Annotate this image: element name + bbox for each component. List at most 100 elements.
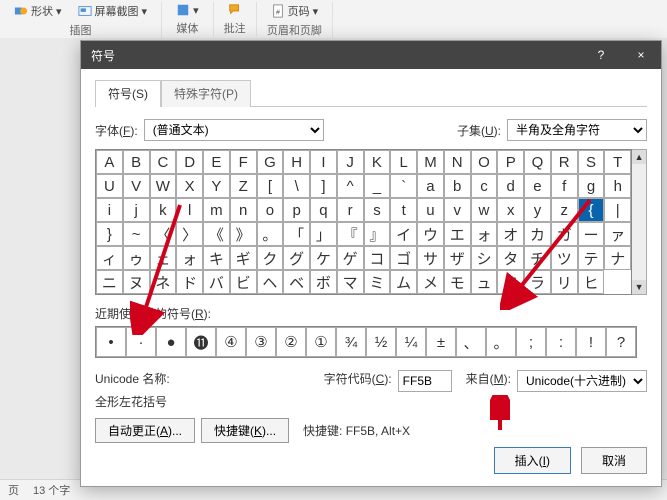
symbol-cell[interactable]: 《 [203, 222, 230, 246]
symbol-cell[interactable]: ` [390, 174, 417, 198]
symbol-cell[interactable]: O [471, 150, 498, 174]
symbol-cell[interactable]: ァ [604, 222, 631, 246]
recent-symbol-cell[interactable]: · [126, 327, 156, 357]
autocorrect-button[interactable]: 自动更正(A)... [95, 418, 195, 443]
symbol-cell[interactable]: N [444, 150, 471, 174]
symbol-cell[interactable]: ィ [96, 246, 123, 270]
annotate-button[interactable] [224, 2, 246, 18]
symbol-cell[interactable]: D [176, 150, 203, 174]
symbol-cell[interactable]: ベ [283, 270, 310, 294]
symbol-cell[interactable]: b [444, 174, 471, 198]
font-select[interactable]: (普通文本) [144, 119, 324, 141]
recent-symbol-cell[interactable]: ① [306, 327, 336, 357]
symbol-cell[interactable]: n [230, 198, 257, 222]
symbol-cell[interactable]: チ [524, 246, 551, 270]
symbol-cell[interactable]: Q [524, 150, 551, 174]
pagenumber-button[interactable]: #页码▾ [267, 2, 323, 20]
symbol-cell[interactable]: コ [364, 246, 391, 270]
symbol-cell[interactable]: q [310, 198, 337, 222]
shortcutkey-button[interactable]: 快捷键(K)... [201, 418, 289, 443]
symbol-cell[interactable]: サ [417, 246, 444, 270]
symbol-cell[interactable]: ゴ [390, 246, 417, 270]
recent-symbol-cell[interactable]: ½ [366, 327, 396, 357]
symbol-cell[interactable]: ヘ [257, 270, 284, 294]
symbol-cell[interactable]: イ [390, 222, 417, 246]
symbol-cell[interactable]: \ [283, 174, 310, 198]
status-page[interactable]: 页 [8, 482, 19, 498]
symbol-cell[interactable]: ォ [176, 246, 203, 270]
symbol-cell[interactable]: E [203, 150, 230, 174]
symbol-cell[interactable]: B [123, 150, 150, 174]
symbol-cell[interactable]: シ [471, 246, 498, 270]
recent-symbols-grid[interactable]: •·●⓫④③②①¾½¼±、。;:!? [95, 326, 637, 358]
symbol-cell[interactable]: ゲ [337, 246, 364, 270]
recent-symbol-cell[interactable]: ② [276, 327, 306, 357]
recent-symbol-cell[interactable]: ? [606, 327, 636, 357]
symbol-cell[interactable]: J [337, 150, 364, 174]
charcode-input[interactable] [398, 370, 452, 392]
symbol-cell[interactable]: ウ [417, 222, 444, 246]
symbol-cell[interactable]: ザ [444, 246, 471, 270]
symbol-cell[interactable]: x [497, 198, 524, 222]
symbol-cell[interactable]: ヨ [497, 270, 524, 294]
recent-symbol-cell[interactable]: ● [156, 327, 186, 357]
recent-symbol-cell[interactable]: ③ [246, 327, 276, 357]
symbol-cell[interactable]: テ [578, 246, 605, 270]
symbol-cell[interactable]: h [604, 174, 631, 198]
recent-symbol-cell[interactable]: ④ [216, 327, 246, 357]
symbol-cell[interactable]: w [471, 198, 498, 222]
symbol-cell[interactable]: リ [551, 270, 578, 294]
symbol-cell[interactable]: ミ [364, 270, 391, 294]
symbol-cell[interactable]: H [283, 150, 310, 174]
symbol-cell[interactable]: } [96, 222, 123, 246]
tab-special-chars[interactable]: 特殊字符(P) [161, 80, 251, 107]
shapes-button[interactable]: 形状▾ [10, 2, 66, 20]
symbol-cell[interactable]: ナ [604, 246, 631, 270]
symbol-cell[interactable]: u [417, 198, 444, 222]
symbol-cell[interactable]: L [390, 150, 417, 174]
symbol-cell[interactable]: ガ [551, 222, 578, 246]
symbol-cell[interactable]: ュ [471, 270, 498, 294]
symbol-cell[interactable]: S [578, 150, 605, 174]
symbol-cell[interactable]: ド [176, 270, 203, 294]
symbol-cell[interactable]: X [176, 174, 203, 198]
symbol-cell[interactable]: d [497, 174, 524, 198]
status-wordcount[interactable]: 13 个字 [33, 482, 70, 498]
symbol-cell[interactable]: | [604, 198, 631, 222]
symbol-cell[interactable]: y [524, 198, 551, 222]
symbol-cell[interactable]: U [96, 174, 123, 198]
symbol-cell[interactable]: { [578, 198, 605, 222]
symbol-cell[interactable]: V [123, 174, 150, 198]
symbol-cell[interactable]: キ [203, 246, 230, 270]
help-button[interactable]: ? [581, 41, 621, 69]
symbol-cell[interactable]: M [417, 150, 444, 174]
screenshot-button[interactable]: 屏幕截图▾ [74, 2, 152, 20]
symbol-cell[interactable]: バ [203, 270, 230, 294]
symbol-cell[interactable]: 〉 [176, 222, 203, 246]
symbol-cell[interactable]: K [364, 150, 391, 174]
symbol-cell[interactable]: ゥ [123, 246, 150, 270]
symbol-cell[interactable]: ケ [310, 246, 337, 270]
recent-symbol-cell[interactable]: ⓫ [186, 327, 216, 357]
symbol-cell[interactable]: G [257, 150, 284, 174]
cancel-button[interactable]: 取消 [581, 447, 647, 474]
symbol-cell[interactable]: オ [497, 222, 524, 246]
recent-symbol-cell[interactable]: : [546, 327, 576, 357]
symbol-cell[interactable]: [ [257, 174, 284, 198]
symbol-cell[interactable]: 》 [230, 222, 257, 246]
symbol-cell[interactable]: ツ [551, 246, 578, 270]
recent-symbol-cell[interactable]: 、 [456, 327, 486, 357]
recent-symbol-cell[interactable]: ! [576, 327, 606, 357]
symbol-cell[interactable]: エ [444, 222, 471, 246]
symbol-cell[interactable]: P [497, 150, 524, 174]
symbol-cell[interactable]: C [150, 150, 177, 174]
symbol-cell[interactable]: カ [524, 222, 551, 246]
symbol-cell[interactable]: ラ [524, 270, 551, 294]
symbol-cell[interactable]: メ [417, 270, 444, 294]
symbol-cell[interactable]: 「 [283, 222, 310, 246]
symbol-cell[interactable]: ギ [230, 246, 257, 270]
symbol-cell[interactable]: ヌ [123, 270, 150, 294]
symbol-cell[interactable]: R [551, 150, 578, 174]
scroll-down-button[interactable]: ▼ [632, 280, 646, 294]
symbol-cell[interactable]: j [123, 198, 150, 222]
